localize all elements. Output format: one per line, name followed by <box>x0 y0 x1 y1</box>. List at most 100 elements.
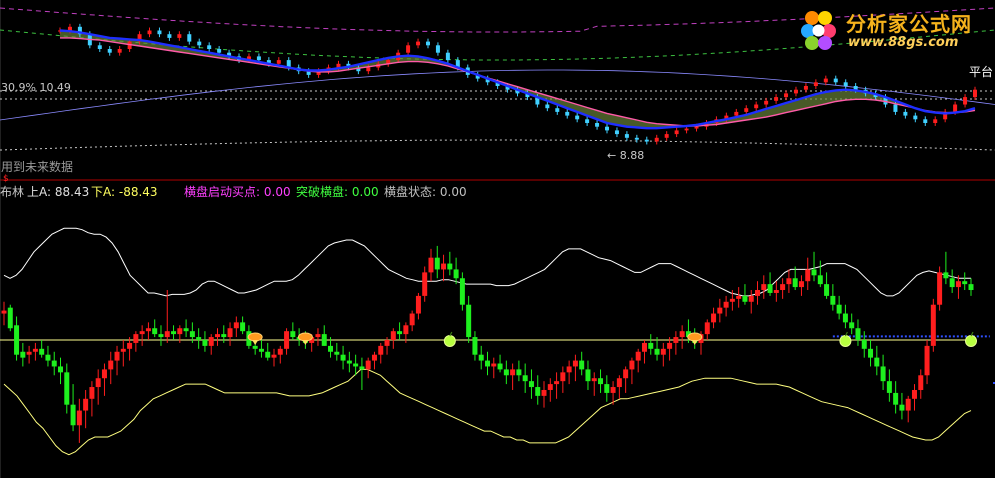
flower-icon <box>801 11 836 50</box>
candle-body <box>673 337 679 343</box>
candle-body <box>271 354 277 358</box>
candle-body <box>447 263 453 270</box>
candle-body <box>893 392 899 405</box>
candle-body <box>949 278 955 288</box>
lower-band-line <box>3 368 972 456</box>
price-candle <box>555 108 560 112</box>
candle-body <box>152 328 158 335</box>
price-candle <box>575 115 580 120</box>
candle-body <box>648 342 654 349</box>
candle-body <box>886 381 892 393</box>
price-candle <box>445 52 450 61</box>
price-candle <box>764 100 769 105</box>
candle-body <box>836 304 842 314</box>
candle-body <box>233 322 239 329</box>
sideways-state-value: 0.00 <box>439 185 467 199</box>
candle-body <box>805 269 811 282</box>
indicator-name: 布林 <box>0 185 25 199</box>
candle-body <box>397 331 403 335</box>
candle-body <box>560 372 566 382</box>
sideways-state-label: 横盘状态: 0.00 <box>384 186 467 198</box>
price-candle <box>793 89 798 94</box>
candle-body <box>196 337 202 340</box>
price-candle <box>605 126 610 131</box>
candle-body <box>284 331 290 349</box>
candle-body <box>409 313 415 326</box>
price-candle <box>963 97 968 105</box>
candle-body <box>83 398 89 411</box>
low-price-marker: ← 8.88 <box>607 149 645 162</box>
candle-body <box>924 345 930 376</box>
buy-flag-icon <box>247 332 263 342</box>
price-candle <box>734 111 739 116</box>
price-candle <box>197 41 202 46</box>
candle-body <box>817 275 823 285</box>
candle-body <box>277 348 283 355</box>
price-candle <box>117 49 122 53</box>
price-candle <box>167 34 172 38</box>
candle-body <box>183 328 189 332</box>
price-candle <box>435 45 440 53</box>
price-candle <box>933 119 938 123</box>
future-data-note: 用到未来数据 <box>1 160 74 174</box>
upper-value-text: 88.43 <box>54 185 90 199</box>
candle-body <box>755 290 761 296</box>
buy-flag-icon <box>687 332 703 342</box>
site-name: 分析家公式网 <box>846 12 972 36</box>
candle-body <box>773 290 779 293</box>
candle-body <box>171 331 177 335</box>
candle-body <box>26 351 32 355</box>
candle-body <box>334 351 340 355</box>
candle-body <box>434 257 440 270</box>
candle-body <box>566 366 572 373</box>
site-url: www.88gs.com <box>848 35 959 50</box>
price-candle <box>923 119 928 123</box>
candle-body <box>120 348 126 352</box>
price-candle <box>644 139 649 142</box>
price-candle <box>694 126 699 129</box>
candle-body <box>221 334 227 338</box>
candle-body <box>7 307 13 329</box>
candle-body <box>384 340 390 346</box>
price-candle <box>177 34 182 38</box>
candle-body <box>321 334 327 346</box>
candle-body <box>704 322 710 335</box>
candle-body <box>328 345 334 352</box>
candle-body <box>830 295 836 305</box>
candle-body <box>968 284 974 291</box>
price-candle <box>843 82 848 86</box>
price-candle <box>813 82 818 86</box>
price-stat-label: 30.9% 10.49 <box>1 81 71 94</box>
price-candle <box>187 34 192 42</box>
price-candle <box>973 89 977 98</box>
candle-body <box>315 334 321 338</box>
price-candle <box>674 130 679 135</box>
candle-body <box>528 381 534 388</box>
price-candle <box>107 49 112 53</box>
candle-body <box>610 387 616 393</box>
candle-body <box>189 331 195 338</box>
candle-body <box>742 295 748 302</box>
candle-body <box>641 342 647 352</box>
bottom-dotted-curve <box>0 139 995 151</box>
breakout-value: 0.00 <box>351 185 379 199</box>
sideways-buy-label: 横盘启动买点: 0.00 <box>184 186 291 198</box>
candle-body <box>453 269 459 279</box>
price-candle <box>425 41 430 46</box>
dollar-marker: $ <box>3 174 9 184</box>
candle-body <box>403 325 409 335</box>
candle-body <box>208 337 214 346</box>
candle-body <box>497 363 503 370</box>
candle-body <box>786 278 792 285</box>
candle-body <box>616 378 622 388</box>
candle-body <box>240 322 246 332</box>
candle-body <box>371 354 377 361</box>
lower-value-text: -88.43 <box>118 185 158 199</box>
candle-body <box>258 348 264 352</box>
candle-body <box>101 369 107 379</box>
candle-body <box>842 313 848 323</box>
candle-body <box>459 278 465 305</box>
candle-body <box>265 351 271 358</box>
candle-body <box>516 369 522 376</box>
candle-body <box>711 313 717 323</box>
